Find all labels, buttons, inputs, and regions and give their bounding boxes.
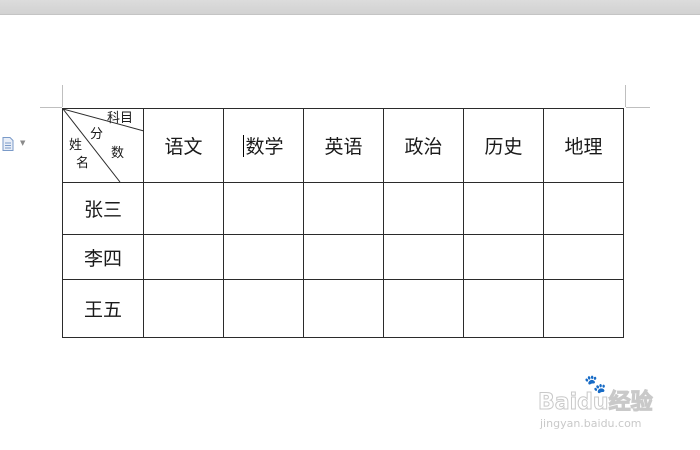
header-score-label-2: 数 bbox=[111, 146, 125, 161]
header-name-label-2: 名 bbox=[76, 156, 90, 171]
header-score-label-1: 分 bbox=[90, 127, 104, 142]
score-cell[interactable] bbox=[303, 234, 384, 280]
table-header-row: 科目 分 姓 名 数 语文 数学 英语 政治 历史 地理 bbox=[62, 108, 624, 183]
score-cell[interactable] bbox=[383, 279, 464, 338]
margin-mark-top-right-vertical bbox=[625, 85, 626, 107]
score-cell[interactable] bbox=[223, 182, 304, 235]
score-cell[interactable] bbox=[223, 279, 304, 338]
student-name: 李四 bbox=[83, 247, 122, 270]
subject-header-history[interactable]: 历史 bbox=[463, 108, 544, 183]
subject-label: 政治 bbox=[404, 136, 443, 158]
score-cell[interactable] bbox=[303, 279, 384, 338]
diagonal-header-cell[interactable]: 科目 分 姓 名 数 bbox=[62, 108, 144, 183]
score-cell[interactable] bbox=[143, 182, 224, 235]
subject-header-math[interactable]: 数学 bbox=[223, 108, 304, 183]
table-row: 王五 bbox=[62, 279, 624, 338]
subject-label: 地理 bbox=[564, 136, 603, 158]
margin-mark-top-left-horizontal bbox=[40, 107, 62, 108]
score-cell[interactable] bbox=[143, 279, 224, 338]
header-subject-label: 科目 bbox=[107, 111, 134, 126]
student-name-cell[interactable]: 王五 bbox=[62, 279, 144, 338]
subject-header-geography[interactable]: 地理 bbox=[543, 108, 624, 183]
score-cell[interactable] bbox=[143, 234, 224, 280]
table-row: 李四 bbox=[62, 234, 624, 280]
student-name: 张三 bbox=[83, 199, 122, 221]
margin-mark-top-left-vertical bbox=[62, 85, 63, 107]
subject-label: 英语 bbox=[324, 136, 363, 158]
document-icon-svg bbox=[2, 137, 14, 151]
score-cell[interactable] bbox=[303, 182, 384, 235]
score-cell[interactable] bbox=[463, 182, 544, 235]
caret-down-icon[interactable]: ▼ bbox=[20, 138, 25, 148]
header-name-label-1: 姓 bbox=[69, 138, 83, 153]
student-name-cell[interactable]: 李四 bbox=[62, 234, 144, 280]
subject-label: 数学 bbox=[245, 136, 284, 158]
score-table[interactable]: 科目 分 姓 名 数 语文 数学 英语 政治 历史 地理 张三 李四 王五 bbox=[62, 108, 624, 338]
subject-header-english[interactable]: 英语 bbox=[303, 108, 384, 183]
score-cell[interactable] bbox=[543, 234, 624, 280]
score-cell[interactable] bbox=[463, 279, 544, 338]
subject-label: 历史 bbox=[484, 136, 523, 158]
score-cell[interactable] bbox=[383, 182, 464, 235]
student-name-cell[interactable]: 张三 bbox=[62, 182, 144, 235]
subject-label: 语文 bbox=[164, 136, 203, 158]
student-name: 王五 bbox=[83, 299, 122, 321]
window-top-bar bbox=[0, 0, 700, 15]
subject-header-politics[interactable]: 政治 bbox=[383, 108, 464, 183]
document-icon[interactable] bbox=[2, 137, 14, 151]
table-row: 张三 bbox=[62, 182, 624, 235]
score-cell[interactable] bbox=[463, 234, 544, 280]
margin-mark-top-right-horizontal bbox=[626, 107, 650, 108]
score-cell[interactable] bbox=[543, 279, 624, 338]
score-cell[interactable] bbox=[383, 234, 464, 280]
score-cell[interactable] bbox=[543, 182, 624, 235]
subject-header-chinese[interactable]: 语文 bbox=[143, 108, 224, 183]
score-cell[interactable] bbox=[223, 234, 304, 280]
